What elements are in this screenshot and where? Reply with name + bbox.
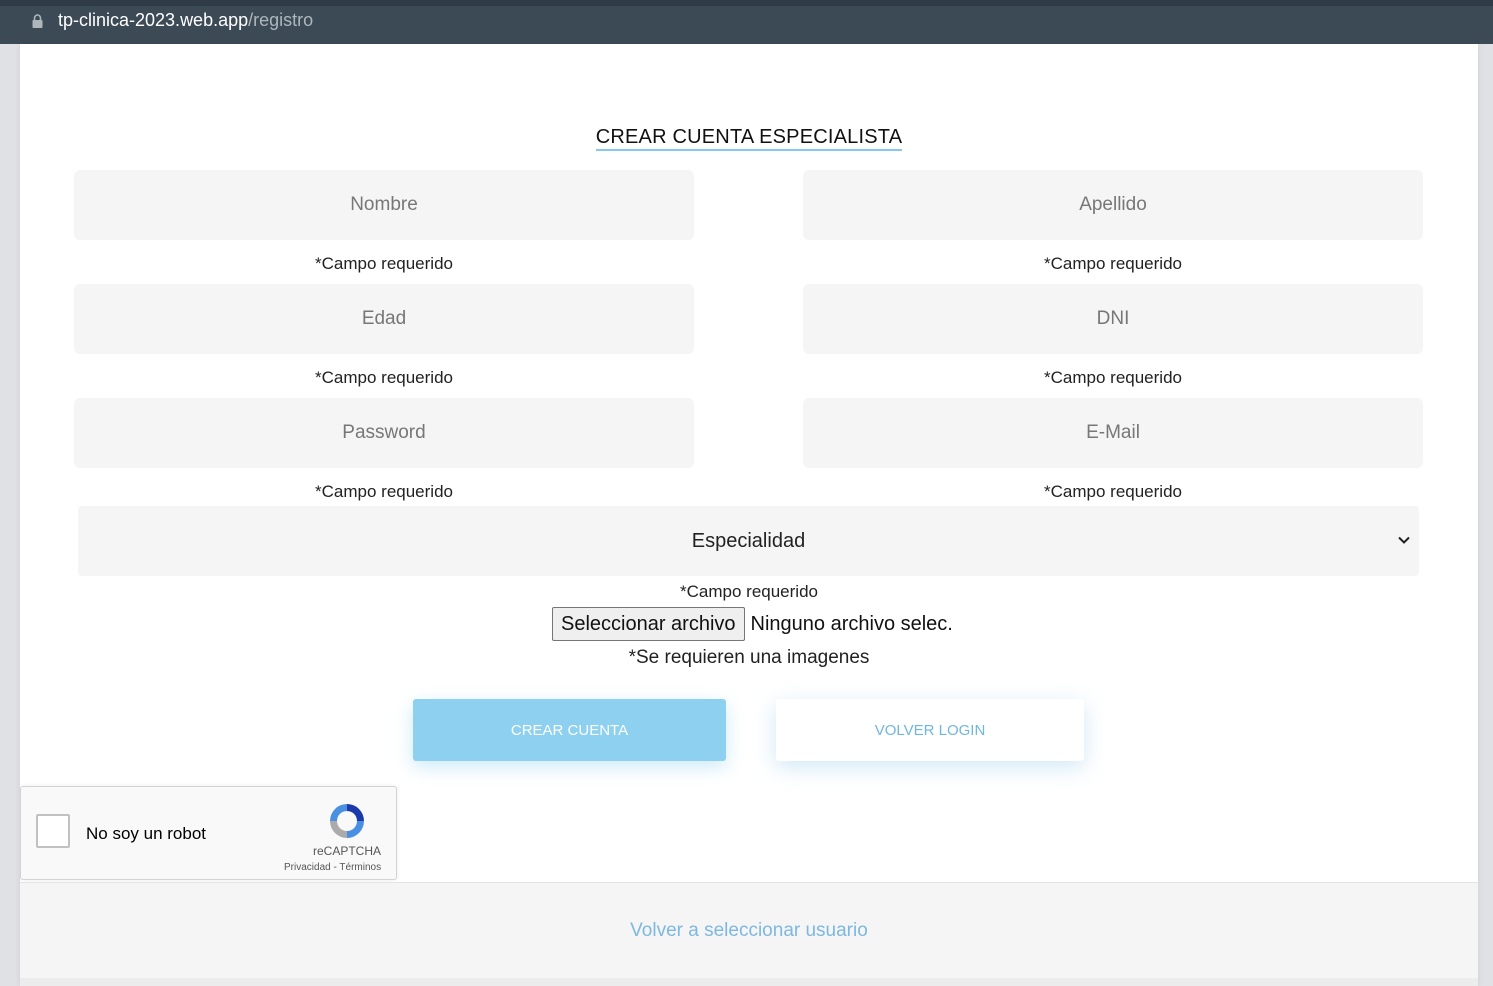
registration-page: CREAR CUENTA ESPECIALISTA *Campo requeri…: [20, 44, 1478, 986]
url-path: /registro: [248, 10, 314, 30]
browser-toolbar-edge: [0, 0, 1493, 6]
recaptcha-widget: No soy un robot reCAPTCHA Privacidad - T…: [20, 786, 397, 880]
dni-input[interactable]: [803, 284, 1423, 354]
footer-divider: [20, 978, 1478, 986]
recaptcha-label: No soy un robot: [86, 824, 207, 843]
file-upload: Seleccionar archivo Ninguno archivo sele…: [552, 606, 953, 642]
age-required-text: *Campo requerido: [315, 368, 453, 387]
back-to-user-select-link[interactable]: Volver a seleccionar usuario: [20, 920, 1478, 942]
last-name-required-text: *Campo requerido: [1044, 254, 1182, 273]
specialty-select[interactable]: Especialidad: [78, 506, 1419, 576]
last-name-input[interactable]: [803, 170, 1423, 240]
specialty-required-text: *Campo requerido: [680, 582, 818, 601]
recaptcha-links[interactable]: Privacidad - Términos: [284, 862, 381, 873]
create-account-button[interactable]: CREAR CUENTA: [413, 699, 726, 761]
password-input[interactable]: [74, 398, 694, 468]
image-required-text: *Se requieren una imagenes: [628, 647, 870, 668]
url-text[interactable]: tp-clinica-2023.web.app/registro: [58, 10, 313, 31]
password-required-text: *Campo requerido: [315, 482, 453, 501]
footer: Volver a seleccionar usuario: [20, 882, 1478, 979]
page-title: CREAR CUENTA ESPECIALISTA: [20, 126, 1478, 151]
first-name-required-text: *Campo requerido: [315, 254, 453, 273]
first-name-input[interactable]: [74, 170, 694, 240]
back-to-login-button[interactable]: VOLVER LOGIN: [776, 699, 1084, 761]
age-input[interactable]: [74, 284, 694, 354]
file-status-text: Ninguno archivo selec.: [750, 612, 953, 635]
dni-required-text: *Campo requerido: [1044, 368, 1182, 387]
recaptcha-checkbox[interactable]: [36, 814, 70, 848]
email-input[interactable]: [803, 398, 1423, 468]
specialty-selected-value: Especialidad: [691, 529, 806, 552]
lock-icon: [32, 14, 43, 28]
recaptcha-logo-icon: [330, 804, 364, 838]
email-required-text: *Campo requerido: [1044, 482, 1182, 501]
chevron-down-icon: [1398, 536, 1410, 544]
browser-address-bar[interactable]: tp-clinica-2023.web.app/registro: [0, 0, 1493, 44]
url-host: tp-clinica-2023.web.app: [58, 10, 249, 30]
choose-file-button[interactable]: Seleccionar archivo: [552, 607, 745, 641]
recaptcha-brand: reCAPTCHA: [313, 844, 382, 858]
